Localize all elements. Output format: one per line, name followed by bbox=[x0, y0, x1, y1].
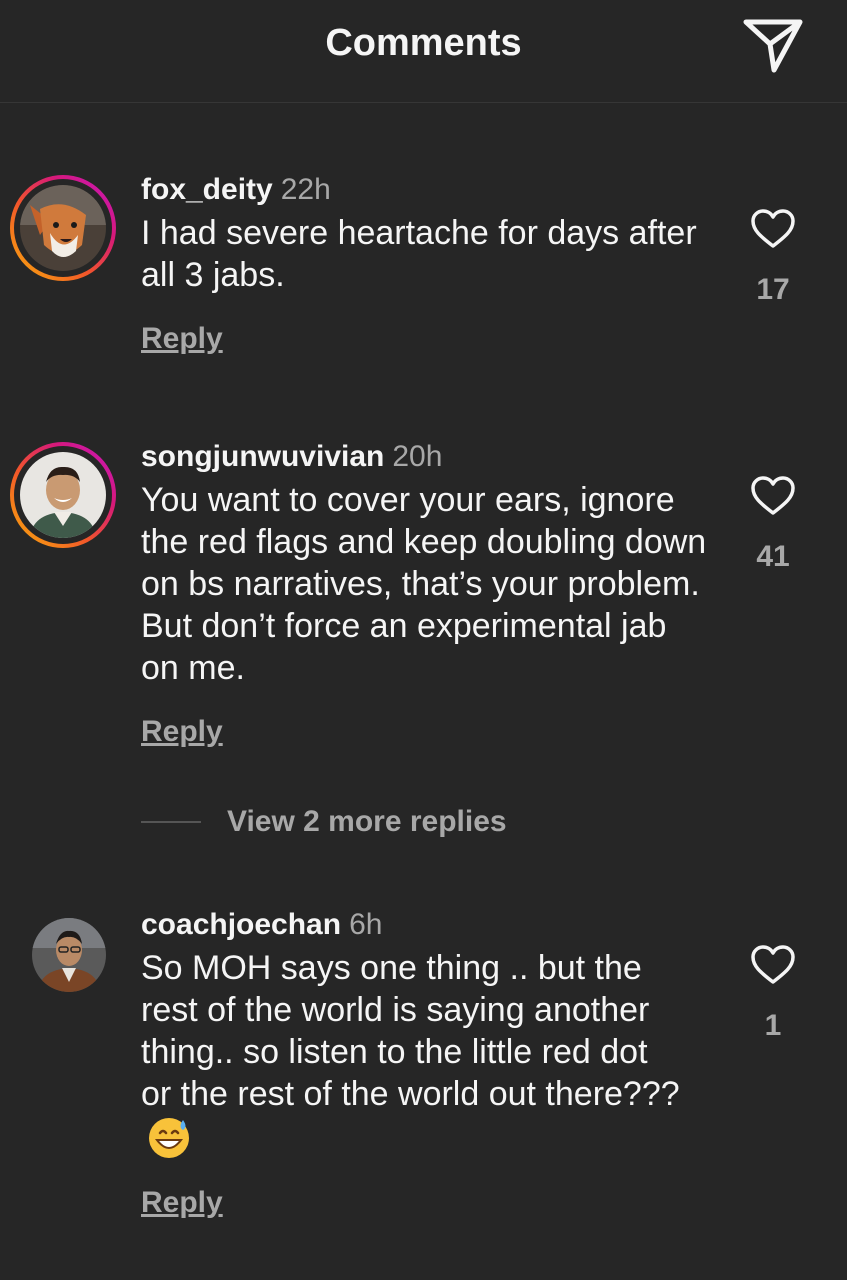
like-control: 1 bbox=[748, 944, 798, 1043]
comment-text: You want to cover your ears, ignore the … bbox=[141, 481, 707, 687]
comment-username[interactable]: songjunwuvivian bbox=[141, 440, 384, 473]
comment-username[interactable]: fox_deity bbox=[141, 173, 273, 206]
reply-button[interactable]: Reply bbox=[141, 715, 223, 749]
view-more-replies-label: View 2 more replies bbox=[227, 805, 507, 838]
paper-plane-icon bbox=[743, 19, 803, 73]
like-count: 41 bbox=[756, 540, 790, 573]
grinning-face-with-sweat-emoji bbox=[149, 1118, 189, 1159]
view-more-replies-button[interactable]: View 2 more replies bbox=[141, 800, 507, 844]
comment-text-body: So MOH says one thing .. but the rest of… bbox=[141, 949, 680, 1113]
like-count: 1 bbox=[764, 1009, 782, 1042]
story-ring[interactable] bbox=[10, 175, 116, 281]
comment-time: 22h bbox=[280, 173, 331, 206]
reply-button[interactable]: Reply bbox=[141, 322, 223, 356]
like-control: 41 bbox=[748, 475, 798, 574]
man-in-jacket-avatar[interactable] bbox=[32, 918, 106, 992]
divider-line bbox=[141, 821, 201, 823]
fox-avatar bbox=[20, 185, 106, 271]
like-control: 17 bbox=[748, 208, 798, 307]
comment-time: 6h bbox=[349, 908, 383, 941]
reply-button[interactable]: Reply bbox=[141, 1186, 223, 1220]
smiling-man-avatar bbox=[20, 452, 106, 538]
heart-icon[interactable] bbox=[750, 944, 796, 986]
page-title: Comments bbox=[325, 22, 522, 64]
story-ring[interactable] bbox=[10, 442, 116, 548]
like-count: 17 bbox=[756, 273, 790, 306]
heart-icon[interactable] bbox=[750, 475, 796, 517]
comment-time: 20h bbox=[392, 440, 443, 473]
heart-icon[interactable] bbox=[750, 208, 796, 250]
comment-text: So MOH says one thing .. but the rest of… bbox=[141, 947, 681, 1160]
comments-header: Comments bbox=[0, 0, 847, 103]
comment-text: I had severe heartache for days after al… bbox=[141, 214, 697, 294]
send-button[interactable] bbox=[740, 14, 806, 76]
comment-username[interactable]: coachjoechan bbox=[141, 908, 341, 941]
